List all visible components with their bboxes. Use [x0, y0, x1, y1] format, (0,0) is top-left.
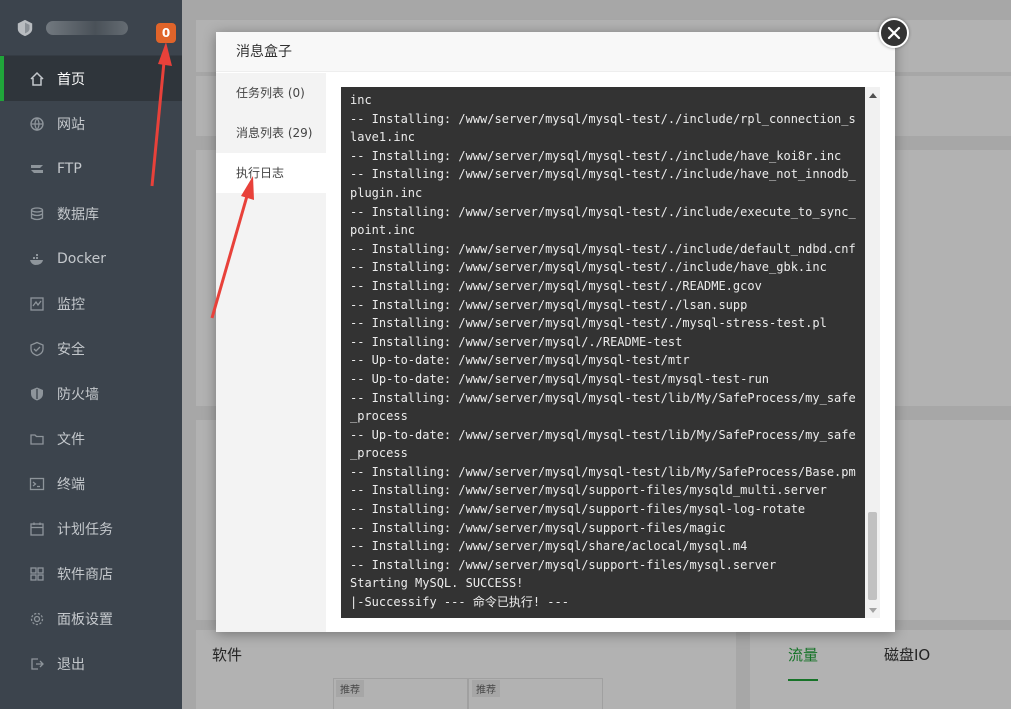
sidebar-menu: 首页网站 FTP 数据库 Docker 监控安全防火墙文件终端计划任务软件商店面板设置退…: [0, 56, 182, 686]
log-line: -- Installing: /www/server/mysql/support…: [350, 557, 777, 572]
log-line: point.inc: [350, 223, 416, 238]
sidebar-item-label: Docker: [57, 250, 107, 267]
message-badge[interactable]: 0: [156, 23, 176, 43]
scrollbar-thumb[interactable]: [868, 512, 877, 600]
sidebar-item-firewall[interactable]: 防火墙: [0, 371, 182, 416]
sidebar-item-gear[interactable]: 面板设置: [0, 596, 182, 641]
message-box-dialog: 消息盒子 任务列表 (0) 消息列表 (29) 执行日志 inc -- Insta…: [216, 32, 895, 632]
monitor-icon: [28, 295, 46, 313]
sidebar-item-label: 首页: [57, 71, 85, 88]
log-line: |-Successify --- 命令已执行! ---: [350, 595, 569, 610]
log-line: -- Installing: /www/server/mysql/mysql-t…: [350, 241, 856, 256]
log-line: lave1.inc: [350, 130, 416, 145]
close-button[interactable]: [879, 18, 909, 48]
firewall-icon: [28, 385, 46, 403]
log-line: -- Installing: /www/server/mysql/mysql-t…: [350, 167, 856, 182]
sidebar-item-label: 防火墙: [57, 386, 99, 403]
log-line: -- Installing: /www/server/mysql/support…: [350, 483, 827, 498]
sidebar-item-calendar[interactable]: 计划任务: [0, 506, 182, 551]
log-line: -- Installing: /www/server/mysql/support…: [350, 502, 806, 517]
sidebar-item-label: 文件: [57, 431, 85, 448]
log-line: _process: [350, 446, 408, 461]
sidebar-item-apps[interactable]: 软件商店: [0, 551, 182, 596]
sidebar-item-globe[interactable]: 网站: [0, 101, 182, 146]
globe-icon: [28, 115, 46, 133]
sidebar: 0 首页网站 FTP 数据库 Docker 监控安全防火墙文件终端计划任务软件商店面板设…: [0, 0, 182, 709]
scroll-up-icon[interactable]: [865, 87, 880, 102]
tab-execution-log[interactable]: 执行日志: [216, 153, 326, 193]
database-icon: [28, 205, 46, 223]
sidebar-item-label: FTP: [57, 160, 82, 177]
log-line: -- Installing: /www/server/mysql/mysql-t…: [350, 316, 827, 331]
log-scrollbar[interactable]: [865, 87, 880, 618]
scroll-down-icon[interactable]: [865, 603, 880, 618]
log-line: -- Up-to-date: /www/server/mysql/mysql-t…: [350, 371, 770, 386]
log-line: -- Installing: /www/server/mysql/mysql-t…: [350, 148, 842, 163]
home-icon: [28, 70, 46, 88]
sidebar-item-home[interactable]: 首页: [0, 56, 182, 101]
sidebar-item-docker[interactable]: Docker: [0, 236, 182, 281]
log-line: -- Installing: /www/server/mysql/./READM…: [350, 334, 683, 349]
log-output: inc -- Installing: /www/server/mysql/mysq…: [350, 91, 860, 612]
sidebar-item-terminal[interactable]: 终端: [0, 461, 182, 506]
sidebar-item-logout[interactable]: 退出: [0, 641, 182, 686]
shield-icon: [28, 340, 46, 358]
sidebar-item-label: 退出: [57, 656, 85, 673]
sidebar-item-label: 软件商店: [57, 566, 113, 583]
log-line: _process: [350, 409, 408, 424]
log-line: -- Installing: /www/server/mysql/mysql-t…: [350, 111, 856, 126]
log-line: -- Up-to-date: /www/server/mysql/mysql-t…: [350, 427, 856, 442]
sidebar-item-label: 数据库: [57, 206, 99, 223]
docker-icon: [28, 250, 46, 268]
sidebar-item-label: 终端: [57, 476, 85, 493]
log-line: -- Up-to-date: /www/server/mysql/mysql-t…: [350, 353, 690, 368]
ftp-icon: [28, 160, 46, 178]
sidebar-item-label: 计划任务: [57, 521, 113, 538]
calendar-icon: [28, 520, 46, 538]
tab-message-list[interactable]: 消息列表 (29): [216, 113, 326, 153]
log-console[interactable]: inc -- Installing: /www/server/mysql/mysq…: [341, 87, 880, 618]
sidebar-header: 0: [0, 0, 182, 56]
sidebar-item-label: 安全: [57, 341, 85, 358]
folder-icon: [28, 430, 46, 448]
sidebar-item-label: 监控: [57, 296, 85, 313]
log-line: -- Installing: /www/server/mysql/mysql-t…: [350, 464, 856, 479]
log-line: plugin.inc: [350, 185, 423, 200]
panel-logo-icon: [14, 17, 36, 39]
tab-task-list[interactable]: 任务列表 (0): [216, 73, 326, 113]
log-line: -- Installing: /www/server/mysql/mysql-t…: [350, 297, 748, 312]
log-line: -- Installing: /www/server/mysql/mysql-t…: [350, 278, 762, 293]
log-line: inc: [350, 93, 372, 107]
sidebar-item-shield[interactable]: 安全: [0, 326, 182, 371]
dialog-sidebar: 任务列表 (0) 消息列表 (29) 执行日志: [216, 73, 326, 632]
sidebar-item-label: 网站: [57, 116, 85, 133]
close-icon: [887, 26, 901, 40]
log-line: Starting MySQL. SUCCESS!: [350, 576, 524, 591]
log-line: -- Installing: /www/server/mysql/mysql-t…: [350, 260, 827, 275]
log-line: -- Installing: /www/server/mysql/support…: [350, 520, 726, 535]
sidebar-item-label: 面板设置: [57, 611, 113, 628]
terminal-icon: [28, 475, 46, 493]
log-line: -- Installing: /www/server/mysql/mysql-t…: [350, 390, 856, 405]
gear-icon: [28, 610, 46, 628]
sidebar-item-monitor[interactable]: 监控: [0, 281, 182, 326]
sidebar-item-database[interactable]: 数据库: [0, 191, 182, 236]
log-line: -- Installing: /www/server/mysql/share/a…: [350, 539, 748, 554]
apps-icon: [28, 565, 46, 583]
log-line: -- Installing: /www/server/mysql/mysql-t…: [350, 204, 856, 219]
dialog-title: 消息盒子: [216, 32, 895, 72]
sidebar-item-folder[interactable]: 文件: [0, 416, 182, 461]
username-blurred: [46, 20, 128, 35]
sidebar-item-ftp[interactable]: FTP: [0, 146, 182, 191]
logout-icon: [28, 655, 46, 673]
